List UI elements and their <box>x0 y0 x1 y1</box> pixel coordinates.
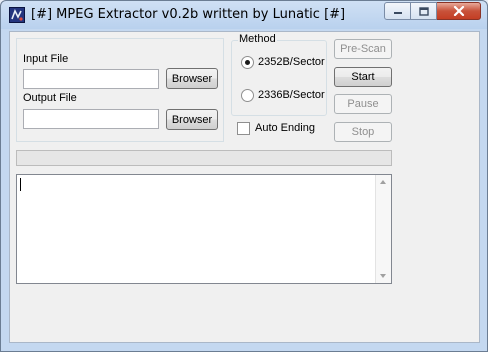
title-bar[interactable]: [#] MPEG Extractor v0.2b written by Luna… <box>1 1 487 29</box>
pause-button[interactable]: Pause <box>334 94 392 114</box>
caption-buttons <box>384 2 481 20</box>
output-file-field[interactable] <box>23 109 159 129</box>
output-browse-button[interactable]: Browser <box>166 109 218 130</box>
scroll-down-arrow-icon[interactable] <box>380 274 386 278</box>
input-browse-button[interactable]: Browser <box>166 68 218 89</box>
output-file-label: Output File <box>23 92 77 104</box>
log-textarea[interactable] <box>16 174 392 284</box>
close-button[interactable] <box>437 2 481 20</box>
input-file-label: Input File <box>23 53 69 65</box>
minimize-icon <box>393 12 402 14</box>
method-2352-radio[interactable] <box>241 56 254 69</box>
method-2352-label[interactable]: 2352B/Sector <box>258 56 325 68</box>
method-2336-label[interactable]: 2336B/Sector <box>258 89 325 101</box>
main-window: [#] MPEG Extractor v0.2b written by Luna… <box>0 0 488 352</box>
log-vertical-scrollbar[interactable] <box>375 175 391 283</box>
method-group: Method 2352B/Sector 2336B/Sector <box>231 33 327 116</box>
stop-button[interactable]: Stop <box>334 122 392 142</box>
maximize-icon <box>418 6 429 16</box>
minimize-button[interactable] <box>384 2 411 20</box>
scroll-up-arrow-icon[interactable] <box>380 180 386 184</box>
prescan-button[interactable]: Pre-Scan <box>334 39 392 59</box>
radio-selected-dot <box>245 60 250 65</box>
input-file-field[interactable] <box>23 69 159 89</box>
text-caret <box>20 178 21 191</box>
close-icon <box>453 6 464 16</box>
mpeg-extractor-app-icon[interactable] <box>9 7 25 23</box>
window-title: [#] MPEG Extractor v0.2b written by Luna… <box>31 7 346 22</box>
method-group-title: Method <box>238 33 277 45</box>
auto-ending-label[interactable]: Auto Ending <box>255 122 315 134</box>
method-2336-radio[interactable] <box>241 89 254 102</box>
start-button[interactable]: Start <box>334 67 392 87</box>
maximize-button[interactable] <box>411 2 437 20</box>
auto-ending-checkbox[interactable] <box>237 122 250 135</box>
client-area: Input File Browser Output File Browser M… <box>9 31 480 343</box>
progress-bar <box>16 150 392 166</box>
